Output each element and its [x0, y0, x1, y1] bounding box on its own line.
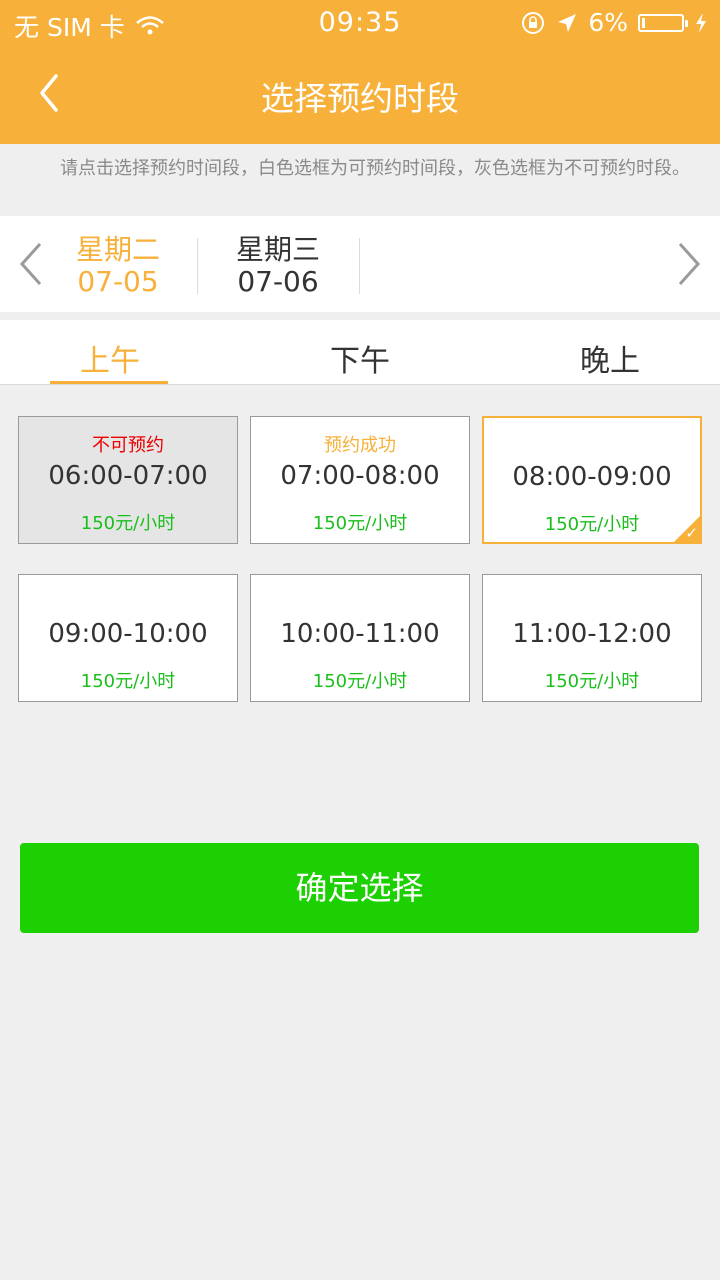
battery-icon [638, 13, 688, 32]
slot-price: 150元/小时 [312, 513, 408, 534]
date-selector: 星期二 07-05 星期三 07-06 [0, 216, 720, 312]
time-slot[interactable]: 09:00-10:00 150元/小时 [18, 574, 238, 702]
confirm-button[interactable]: 确定选择 [20, 843, 699, 933]
nav-bar: 选择预约时段 [0, 46, 720, 144]
slot-time: 09:00-10:00 [48, 619, 208, 649]
date-day: 07-06 [237, 265, 319, 298]
slot-time: 08:00-09:00 [512, 462, 672, 492]
next-date-arrow-icon[interactable] [674, 242, 704, 286]
orientation-lock-icon [522, 11, 545, 34]
slot-price: 150元/小时 [80, 513, 176, 534]
charging-bolt-icon [696, 12, 706, 33]
battery-percent: 6% [588, 8, 628, 37]
slot-status: 预约成功 [324, 435, 396, 456]
date-weekday: 星期三 [235, 233, 320, 266]
date-weekday: 星期二 [75, 233, 160, 266]
slot-time: 07:00-08:00 [280, 461, 440, 491]
slot-time: 11:00-12:00 [512, 619, 672, 649]
slot-price: 150元/小时 [544, 514, 640, 535]
time-slot[interactable]: 11:00-12:00 150元/小时 [482, 574, 702, 702]
date-item-selected[interactable]: 星期二 07-05 [38, 234, 198, 298]
tab-afternoon[interactable]: 下午 [280, 336, 440, 380]
time-slot-selected[interactable]: 08:00-09:00 150元/小时 ✓ [482, 416, 702, 544]
page-title: 选择预约时段 [261, 79, 459, 118]
instruction-text: 请点击选择预约时间段，白色选框为可预约时间段，灰色选框为不可预约时段。 [60, 158, 690, 179]
location-arrow-icon [558, 13, 577, 32]
period-tabs: 上午 下午 晚上 [0, 320, 720, 385]
slot-status: 不可预约 [92, 435, 164, 456]
slot-time: 10:00-11:00 [280, 619, 440, 649]
time-slot[interactable]: 10:00-11:00 150元/小时 [250, 574, 470, 702]
checkmark-icon: ✓ [685, 524, 698, 542]
active-tab-indicator [50, 381, 168, 384]
slot-price: 150元/小时 [544, 671, 640, 692]
tab-evening[interactable]: 晚上 [530, 336, 690, 380]
date-day: 07-05 [77, 265, 159, 298]
time-slot-booked[interactable]: 预约成功 07:00-08:00 150元/小时 [250, 416, 470, 544]
slot-time: 06:00-07:00 [48, 461, 208, 491]
date-item[interactable]: 星期三 07-06 [198, 234, 358, 298]
slot-price: 150元/小时 [80, 671, 176, 692]
divider [359, 238, 360, 294]
tab-morning[interactable]: 上午 [30, 336, 190, 380]
status-right: 6% [520, 8, 708, 37]
slot-price: 150元/小时 [312, 671, 408, 692]
time-slot-unavailable: 不可预约 06:00-07:00 150元/小时 [18, 416, 238, 544]
status-bar: 无 SIM 卡 09:35 6% [0, 0, 720, 46]
